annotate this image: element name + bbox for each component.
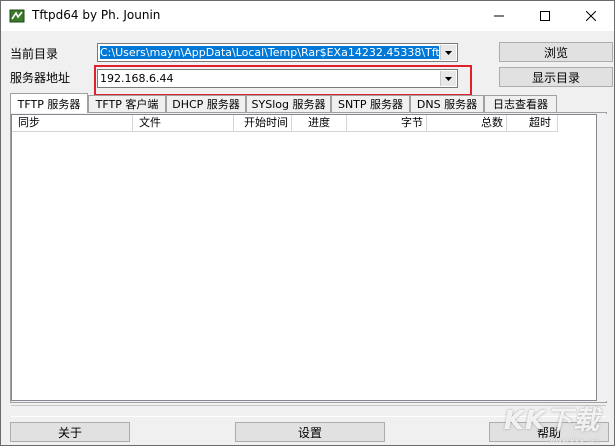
current-dir-value: C:\Users\mayn\AppData\Local\Temp\Rar$EXa… [100,46,439,59]
window-title: Tftpd64 by Ph. Jounin [32,8,161,22]
server-addr-label: 服务器地址 [10,71,71,85]
app-icon [9,9,25,23]
tab-log-viewer[interactable]: 日志查看器 [484,95,557,112]
title-bar[interactable]: Tftpd64 by Ph. Jounin [1,1,614,31]
minimize-icon [494,15,504,17]
watermark-url: www.kkx.net [548,436,600,445]
column-header-bytes[interactable]: 字节 [347,115,427,132]
vertical-scrollbar[interactable] [597,114,607,401]
close-icon [586,11,596,21]
column-header-start-time[interactable]: 开始时间 [234,115,292,132]
tab-dhcp-server[interactable]: DHCP 服务器 [166,95,246,112]
maximize-button[interactable] [522,1,568,31]
tab-sntp-server[interactable]: SNTP 服务器 [331,95,410,112]
current-dir-combo[interactable]: C:\Users\mayn\AppData\Local\Temp\Rar$EXa… [97,43,458,62]
tab-syslog-server[interactable]: SYSlog 服务器 [246,95,331,112]
tab-tftp-client[interactable]: TFTP 客户端 [88,95,166,112]
tab-tftp-server[interactable]: TFTP 服务器 [10,93,88,113]
watermark-logo: KK下载 [503,406,600,436]
dropdown-arrow-icon[interactable] [440,45,456,60]
maximize-icon [540,11,550,21]
close-button[interactable] [568,1,614,31]
about-button[interactable]: 关于 [10,422,130,442]
column-header-timeout[interactable]: 超时 [507,115,558,132]
column-header-sync[interactable]: 同步 [12,115,133,132]
show-dir-button[interactable]: 显示目录 [499,67,613,87]
column-header-total[interactable]: 总数 [427,115,507,132]
minimize-button[interactable] [476,1,522,31]
highlight-annotation-box [94,65,472,96]
tab-dns-server[interactable]: DNS 服务器 [410,95,484,112]
transfers-list[interactable]: 同步 文件 开始时间 进度 字节 总数 超时 [11,114,597,401]
column-header-file[interactable]: 文件 [133,115,234,132]
current-dir-label: 当前目录 [10,47,59,61]
column-header-progress[interactable]: 进度 [292,115,347,132]
browse-button[interactable]: 浏览 [499,42,613,62]
app-window: Tftpd64 by Ph. Jounin 当前目录 C:\Users\mayn… [0,0,615,446]
settings-button[interactable]: 设置 [235,422,385,442]
